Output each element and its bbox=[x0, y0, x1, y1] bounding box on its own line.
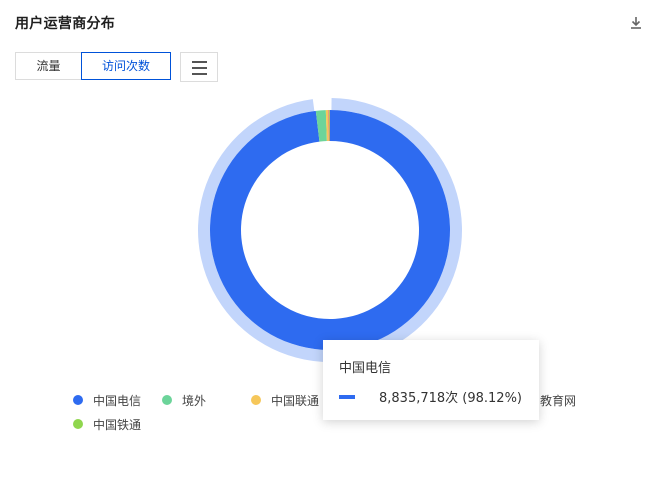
legend-item[interactable]: 境外 bbox=[162, 392, 206, 408]
legend-label: 境外 bbox=[182, 393, 207, 408]
legend-swatch bbox=[73, 419, 83, 429]
tooltip-swatch bbox=[339, 395, 355, 399]
tooltip-title: 中国电信 bbox=[339, 361, 392, 376]
tooltip-value: 8,835,718次 (98.12%) bbox=[379, 391, 523, 406]
legend-swatch bbox=[162, 395, 172, 405]
chart-tooltip: 中国电信 8,835,718次 (98.12%) bbox=[323, 340, 539, 420]
legend-label: 教育网 bbox=[540, 393, 577, 408]
legend-swatch bbox=[73, 395, 83, 405]
legend-label: 中国联通 bbox=[271, 393, 320, 408]
legend-item[interactable]: 中国电信 bbox=[73, 392, 141, 408]
legend-swatch bbox=[251, 395, 261, 405]
legend-item[interactable]: 中国联通 bbox=[251, 392, 319, 408]
pie-slice-0[interactable] bbox=[210, 110, 450, 351]
legend-label: 中国铁通 bbox=[93, 417, 142, 432]
legend-item[interactable]: 中国铁通 bbox=[73, 416, 141, 432]
legend-label: 中国电信 bbox=[93, 393, 142, 408]
